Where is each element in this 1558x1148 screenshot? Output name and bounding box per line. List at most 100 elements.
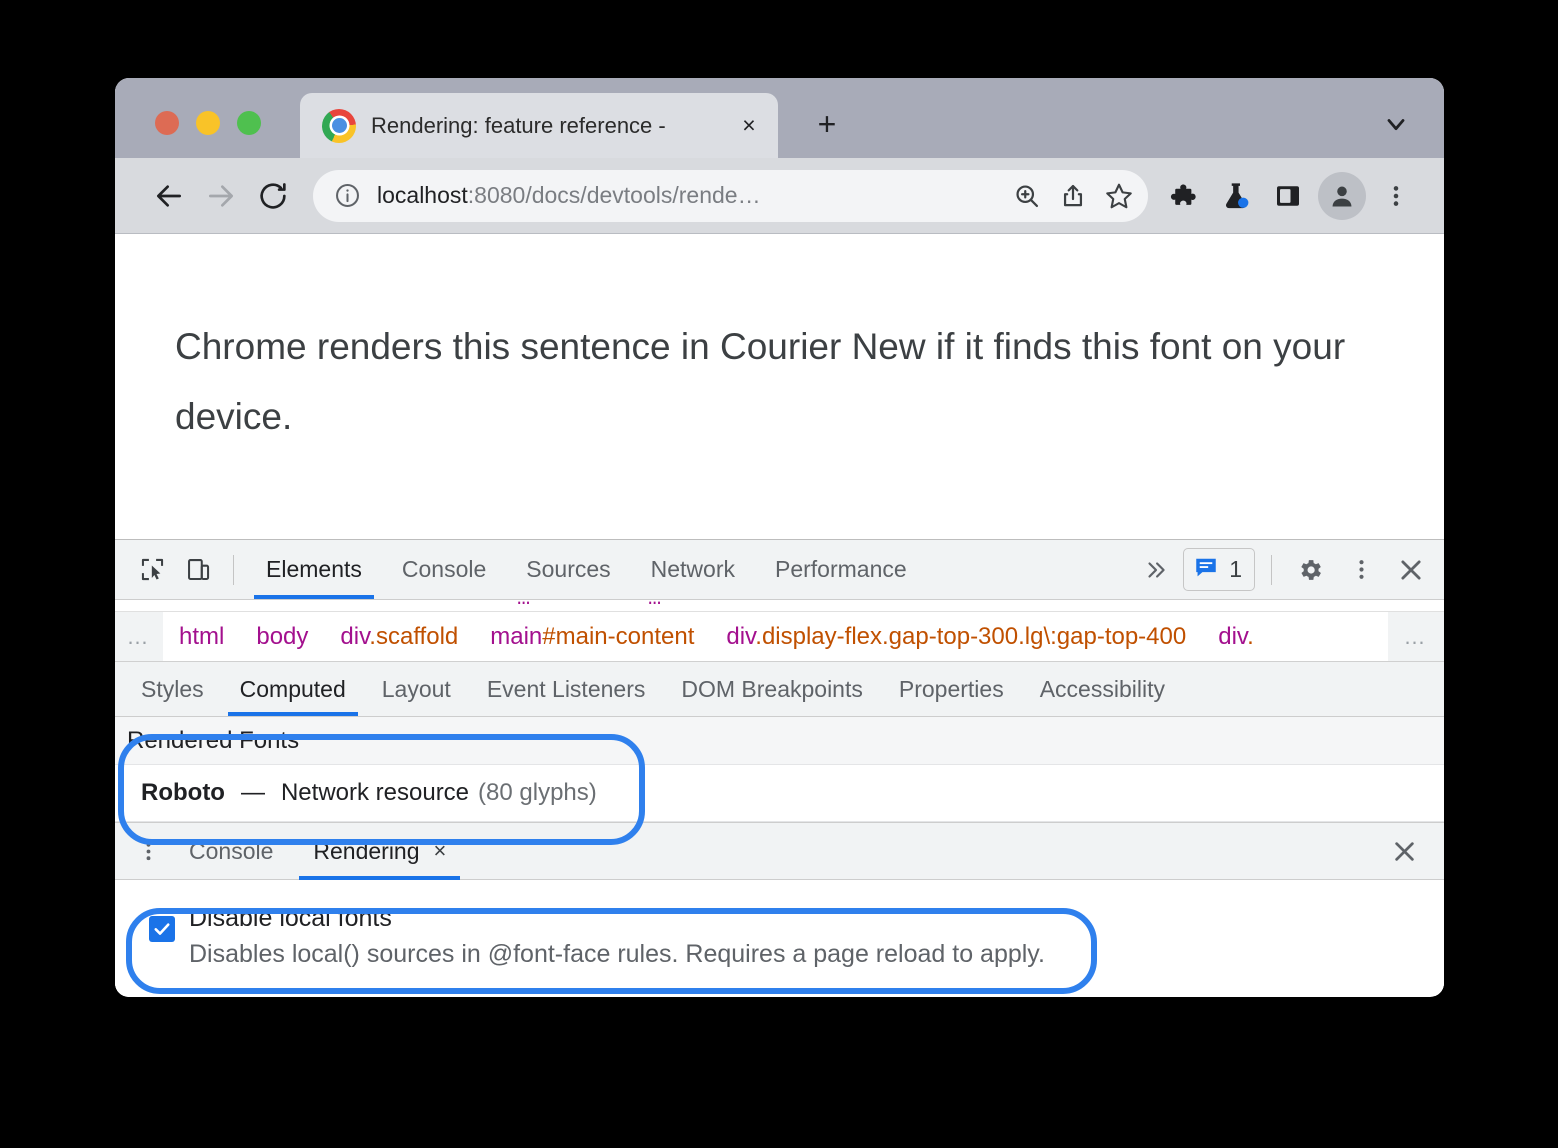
tab-label: Elements	[266, 556, 362, 582]
disable-local-fonts-checkbox[interactable]	[149, 916, 175, 942]
devtools-tab-console[interactable]: Console	[382, 540, 506, 599]
tab-label: Console	[401, 556, 487, 582]
info-circle-icon[interactable]	[333, 182, 361, 210]
drawer-tab-close-icon[interactable]: ×	[434, 840, 447, 862]
window-traffic-lights	[155, 111, 261, 135]
three-dots-vertical-icon[interactable]	[1338, 547, 1384, 593]
close-window-button[interactable]	[155, 111, 179, 135]
sidebar-tab-layout[interactable]: Layout	[364, 662, 469, 716]
disable-local-fonts-setting[interactable]: Disable local fonts Disables local() sou…	[149, 902, 1444, 972]
chevron-double-right-icon[interactable]	[1133, 547, 1179, 593]
zoom-in-icon[interactable]	[1004, 173, 1050, 219]
forward-arrow-icon	[195, 170, 247, 222]
dom-fragment: …	[517, 600, 530, 610]
rendered-font-name: Roboto	[141, 779, 225, 806]
drawer-tab-console[interactable]: Console	[169, 823, 293, 880]
tab-title: Rendering: feature reference -	[371, 112, 666, 138]
star-icon[interactable]	[1096, 173, 1142, 219]
elements-sidebar-tabbar: Styles Computed Layout Event Listeners D…	[115, 662, 1444, 717]
gear-icon[interactable]	[1288, 547, 1334, 593]
disable-local-fonts-description: Disables local() sources in @font-face r…	[189, 939, 1045, 968]
tab-close-icon[interactable]: ×	[734, 111, 764, 141]
rendered-font-glyph-count: (80 glyphs)	[478, 779, 597, 806]
chrome-logo-icon	[322, 108, 356, 143]
flask-icon[interactable]	[1210, 170, 1262, 222]
address-bar[interactable]: localhost:8080/docs/devtools/rende…	[313, 169, 1148, 222]
tab-label: Computed	[239, 675, 346, 702]
rendered-font-source: Network resource	[280, 779, 470, 806]
tab-strip: Rendering: feature reference - × +	[115, 78, 1444, 158]
close-x-icon[interactable]	[1388, 547, 1434, 593]
device-toggle-icon[interactable]	[175, 547, 221, 593]
page-viewport: Chrome renders this sentence in Courier …	[115, 234, 1444, 539]
back-arrow-icon[interactable]	[143, 170, 195, 222]
avatar-icon[interactable]	[1318, 171, 1366, 220]
sidebar-tab-computed[interactable]: Computed	[222, 662, 364, 716]
breadcrumb-class: #main-content	[542, 622, 695, 650]
url-text[interactable]: localhost:8080/docs/devtools/rende…	[377, 182, 1004, 209]
maximize-window-button[interactable]	[237, 111, 261, 135]
tab-label: Layout	[381, 675, 451, 702]
breadcrumb-item-div-scaffold[interactable]: div.scaffold	[324, 623, 474, 651]
breadcrumb-item-div-display-flex[interactable]: div.display-flex.gap-top-300.lg\:gap-top…	[710, 623, 1202, 651]
sidebar-tab-properties[interactable]: Properties	[881, 662, 1022, 716]
side-panel-icon[interactable]	[1262, 170, 1314, 222]
disable-local-fonts-title: Disable local fonts	[189, 904, 392, 932]
puzzle-piece-icon[interactable]	[1158, 170, 1210, 222]
url-host: localhost	[377, 182, 468, 208]
sidebar-tab-styles[interactable]: Styles	[123, 662, 222, 716]
sidebar-tab-accessibility[interactable]: Accessibility	[1022, 662, 1183, 716]
rendered-fonts-header[interactable]: Rendered Fonts	[115, 717, 1444, 765]
breadcrumb-overflow-left[interactable]: …	[115, 612, 163, 661]
issues-message-icon	[1193, 554, 1219, 585]
breadcrumb-class: .display-flex.gap-top-300.lg\:gap-top-40…	[755, 622, 1187, 650]
reload-icon[interactable]	[247, 170, 299, 222]
tab-label: Rendering	[313, 837, 420, 864]
tab-label: Network	[650, 556, 735, 582]
rendering-drawer-body: Disable local fonts Disables local() sou…	[115, 880, 1444, 996]
devtools-main-toolbar: Elements Console Sources Network Perform…	[115, 540, 1444, 600]
browser-window: Rendering: feature reference - × + local…	[115, 78, 1444, 997]
three-dots-vertical-icon[interactable]	[127, 830, 169, 872]
tab-label: Accessibility	[1039, 675, 1165, 702]
breadcrumb-item-main-content[interactable]: main#main-content	[474, 623, 710, 651]
tab-label: DOM Breakpoints	[681, 675, 863, 702]
devtools-tab-performance[interactable]: Performance	[755, 540, 927, 599]
tab-label: Sources	[526, 556, 611, 582]
rendered-font-row: Roboto — Network resource (80 glyphs)	[115, 765, 1444, 822]
minimize-window-button[interactable]	[196, 111, 220, 135]
drawer-tab-rendering[interactable]: Rendering ×	[293, 823, 466, 880]
breadcrumb-tag: div	[726, 622, 756, 650]
drawer-close-icon[interactable]	[1378, 825, 1430, 877]
devtools-tab-sources[interactable]: Sources	[506, 540, 630, 599]
browser-tab-active[interactable]: Rendering: feature reference - ×	[300, 93, 778, 158]
browser-toolbar: localhost:8080/docs/devtools/rende…	[115, 158, 1444, 234]
breadcrumb-item-div-truncated[interactable]: div.	[1202, 623, 1270, 651]
sidebar-tab-event-listeners[interactable]: Event Listeners	[469, 662, 664, 716]
toolbar-divider-right	[1271, 554, 1272, 585]
new-tab-button[interactable]: +	[805, 102, 849, 146]
three-dots-vertical-icon[interactable]	[1370, 170, 1422, 222]
computed-pane: Rendered Fonts Roboto — Network resource…	[115, 717, 1444, 822]
dom-fragment: …	[648, 600, 661, 610]
breadcrumb-item-body[interactable]: body	[240, 623, 324, 651]
sidebar-tab-dom-breakpoints[interactable]: DOM Breakpoints	[663, 662, 881, 716]
devtools-tab-elements[interactable]: Elements	[246, 540, 382, 599]
tab-label: Console	[189, 837, 274, 864]
tab-label: Properties	[898, 675, 1004, 702]
issues-count: 1	[1229, 556, 1242, 582]
inspect-cursor-icon[interactable]	[129, 547, 175, 593]
devtools-tab-network[interactable]: Network	[631, 540, 755, 599]
devtools-panel: Elements Console Sources Network Perform…	[115, 539, 1444, 996]
share-icon[interactable]	[1050, 173, 1096, 219]
issues-badge[interactable]: 1	[1183, 548, 1255, 591]
page-sentence: Chrome renders this sentence in Courier …	[175, 326, 1346, 438]
disable-local-fonts-texts: Disable local fonts Disables local() sou…	[189, 902, 1045, 972]
breadcrumb-item-html[interactable]: html	[163, 623, 240, 651]
breadcrumb-tag: main	[490, 622, 543, 650]
dom-tree-clipped-row: … …	[115, 600, 1444, 612]
url-path: :8080/docs/devtools/rende…	[467, 182, 761, 208]
breadcrumb-overflow-right[interactable]: …	[1388, 612, 1444, 661]
chevron-down-icon[interactable]	[1378, 106, 1414, 142]
dom-breadcrumb: … html body div.scaffold main#main-conte…	[115, 612, 1444, 662]
